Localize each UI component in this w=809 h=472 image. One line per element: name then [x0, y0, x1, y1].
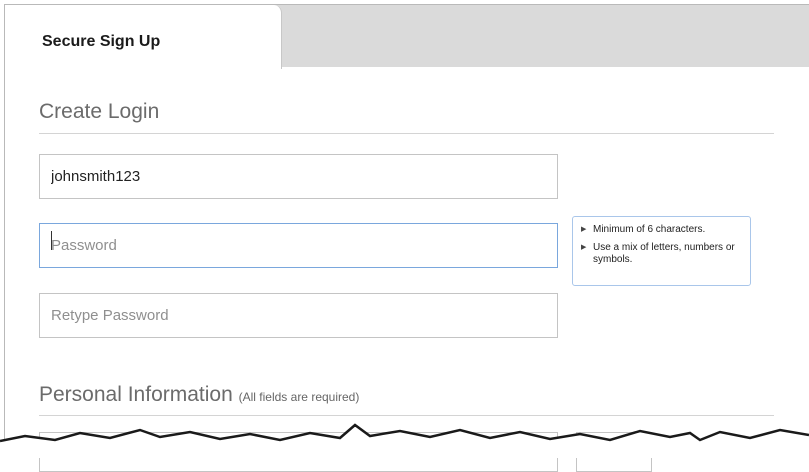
required-note: (All fields are required)	[238, 390, 360, 404]
hint-text: Use a mix of letters, numbers or symbols…	[593, 242, 735, 265]
hint-item: ▶ Use a mix of letters, numbers or symbo…	[581, 242, 742, 266]
torn-edge-effect	[0, 423, 809, 458]
username-field[interactable]	[39, 154, 558, 199]
tab-label: Secure Sign Up	[42, 33, 161, 50]
create-login-heading: Create Login	[39, 100, 160, 123]
text-caret	[51, 231, 52, 250]
hint-item: ▶ Minimum of 6 characters.	[581, 224, 742, 236]
hint-text: Minimum of 6 characters.	[593, 224, 706, 235]
triangle-right-icon: ▶	[581, 244, 587, 251]
tab-secure-sign-up[interactable]: Secure Sign Up	[5, 5, 282, 69]
password-hint-tooltip: ▶ Minimum of 6 characters. ▶ Use a mix o…	[572, 216, 751, 286]
password-field[interactable]	[39, 223, 558, 268]
personal-information-heading: Personal Information (All fields are req…	[39, 383, 359, 407]
create-login-divider	[39, 133, 774, 134]
personal-information-divider	[39, 415, 774, 416]
personal-information-title: Personal Information	[39, 383, 233, 406]
retype-password-field[interactable]	[39, 293, 558, 338]
triangle-right-icon: ▶	[581, 226, 587, 233]
